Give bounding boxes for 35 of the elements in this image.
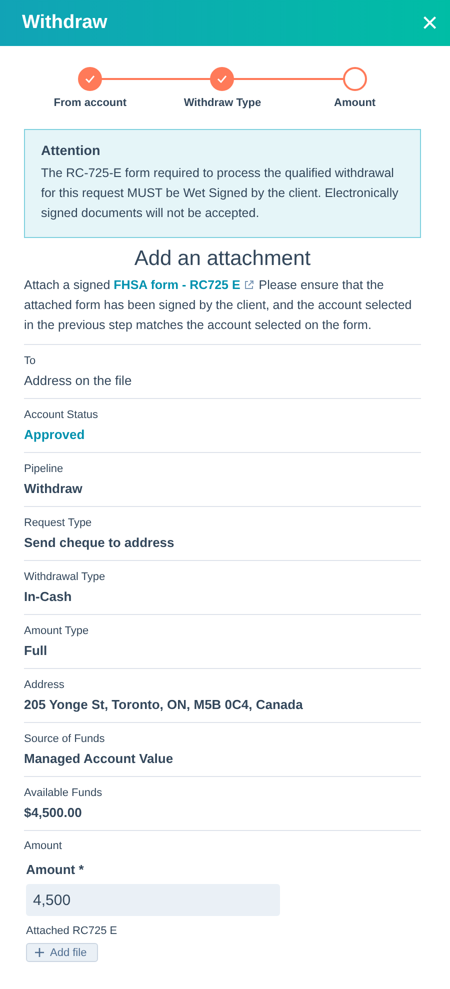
field-label: Address [24, 678, 66, 692]
field-label: Account Status [24, 408, 99, 422]
add-file-button[interactable]: Add file [26, 943, 98, 962]
field-value: Withdraw [24, 480, 84, 498]
step-label: Amount [334, 97, 376, 109]
field-value: 205 Yonge St, Toronto, ON, M5B 0C4, Canada [24, 696, 304, 714]
field-label: Amount * [26, 862, 85, 877]
section-label: Amount [24, 840, 63, 852]
field-label: Attached RC725 E [26, 925, 118, 937]
field-label: Withdrawal Type [24, 570, 106, 584]
alert-title: Attention [41, 143, 102, 158]
field-value: Full [24, 642, 48, 660]
step-label: Withdraw Type [184, 97, 262, 109]
field-value: $4,500.00 [24, 804, 83, 822]
field-value: Send cheque to address [24, 534, 176, 552]
field-value: Address on the file [24, 372, 133, 390]
form-link[interactable]: FHSA form - RC725 E [114, 278, 240, 292]
close-button[interactable]: × [420, 9, 440, 37]
field-label: To [24, 354, 37, 368]
external-link-icon [244, 280, 254, 290]
field-label: Request Type [24, 516, 93, 530]
status-value: Approved [24, 426, 86, 444]
section-heading: Add an attachment [133, 247, 312, 271]
instruction-text: Attach a signed FHSA form - RC725 E Please ensure that the attached form has been signed by the client, and the account selected in the previous step matches the account selected on the form. [24, 277, 413, 334]
alert-text: The RC-725-E form required to process the qualified withdrawal for this request MUST be Wet Signed by the client. Electronically signed documents will not be accepted. [41, 165, 400, 222]
step-label: From account [54, 97, 127, 109]
field-label: Amount Type [24, 624, 90, 638]
plus-icon [35, 948, 44, 957]
field-value: Managed Account Value [24, 750, 174, 768]
window-title: Withdraw [22, 12, 108, 34]
field-label: Source of Funds [24, 732, 106, 746]
field-label: Pipeline [24, 462, 64, 476]
field-value: In-Cash [24, 588, 73, 606]
field-label: Available Funds [24, 786, 104, 800]
amount-input[interactable]: 4,500 [26, 884, 280, 916]
